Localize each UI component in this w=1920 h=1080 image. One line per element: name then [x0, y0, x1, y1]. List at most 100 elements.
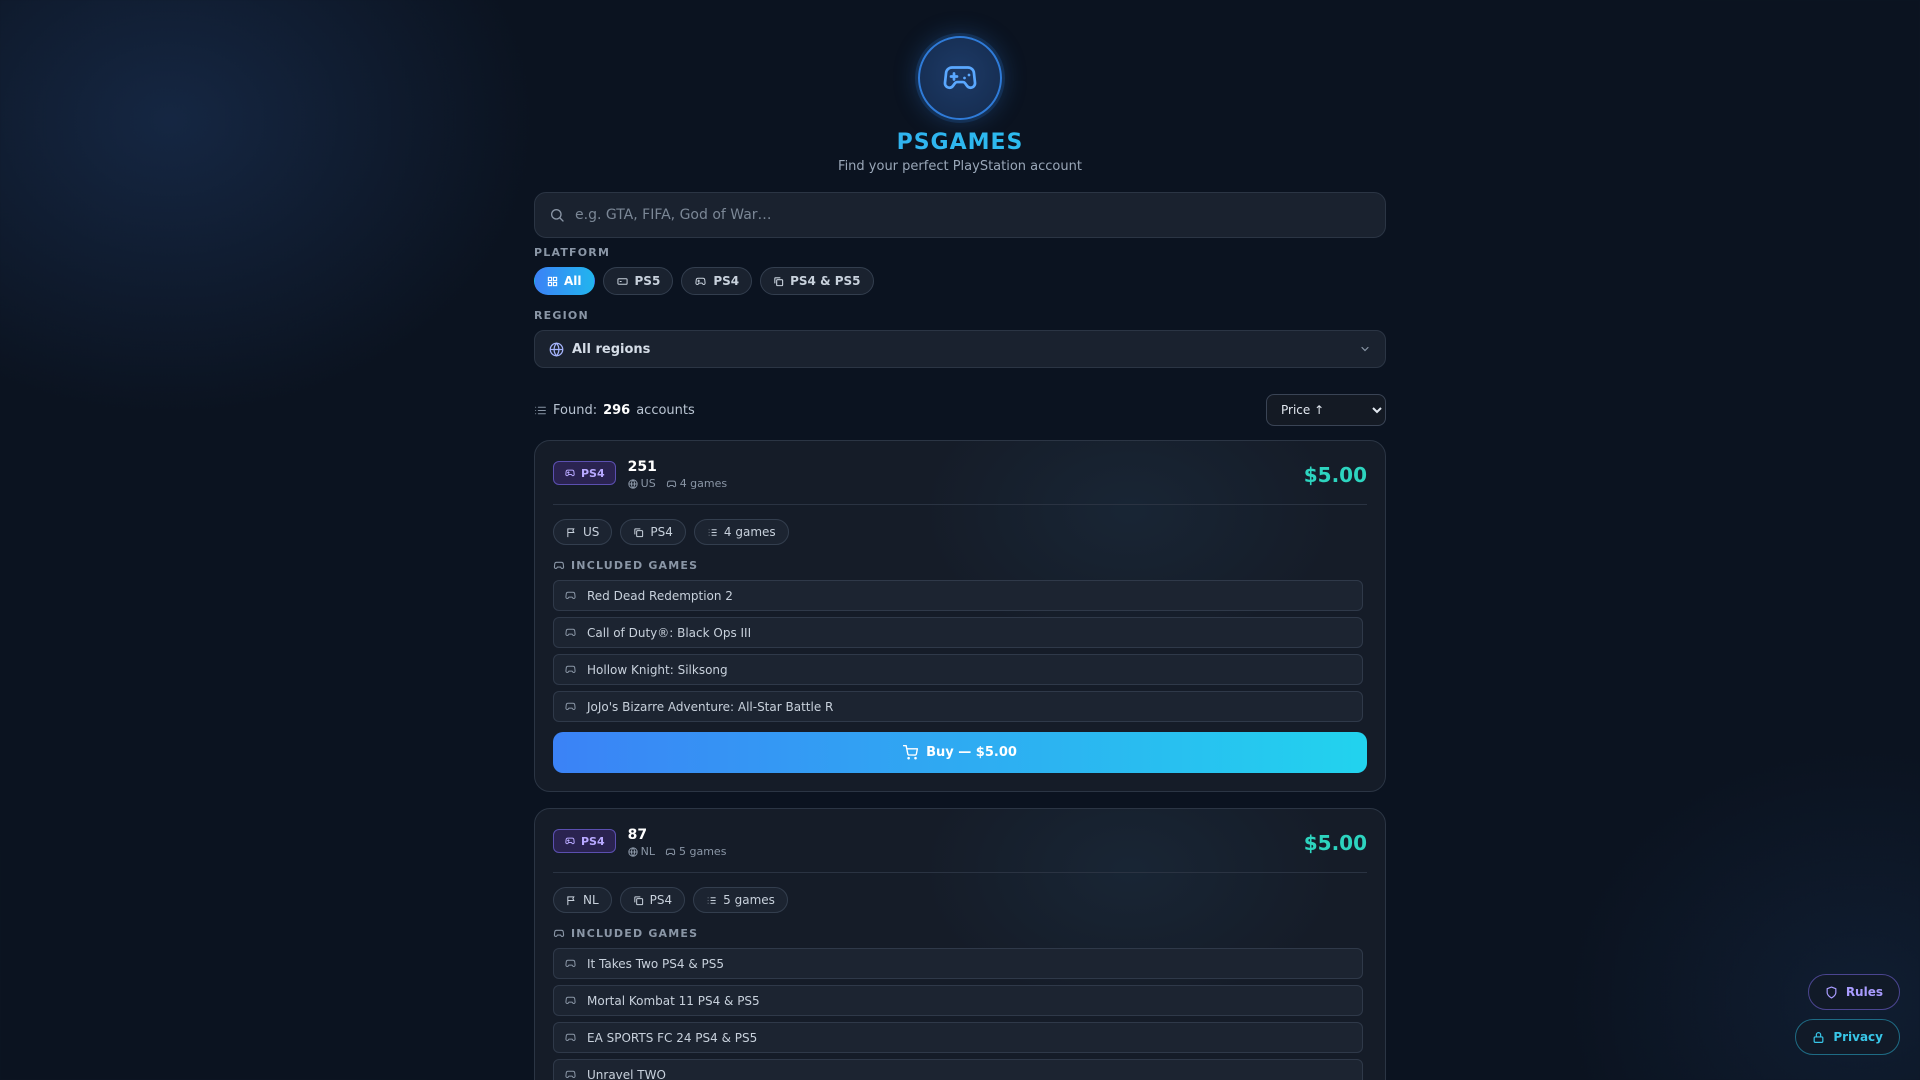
sort-select[interactable]: Price ↑ — [1266, 394, 1386, 426]
gamepad-logo-icon — [918, 36, 1002, 120]
meta-games: 4 games — [666, 477, 727, 490]
region-label: REGION — [534, 309, 589, 322]
found-suffix: accounts — [636, 402, 695, 418]
main-column: PSGAMES Find your perfect PlayStation ac… — [534, 0, 1386, 1080]
list-item: Call of Duty®: Black Ops III — [553, 617, 1363, 648]
chevron-down-icon — [1359, 343, 1371, 355]
game-title: Red Dead Redemption 2 — [587, 588, 733, 603]
tag-label: PS4 — [650, 525, 673, 539]
tag-platform: PS4 — [620, 519, 686, 545]
meta-games-text: 4 games — [679, 477, 728, 490]
platform-badge: PS4 — [553, 461, 616, 485]
list-icon — [534, 404, 547, 417]
tag-label: 4 games — [723, 525, 776, 539]
globe-icon — [627, 846, 638, 857]
platform-badge-label: PS4 — [581, 834, 605, 848]
card-meta: US 4 games — [627, 477, 727, 490]
tag-region: NL — [553, 887, 612, 913]
meta-games-text: 5 games — [679, 845, 727, 858]
gamepad-icon — [553, 561, 565, 570]
game-title: Mortal Kombat 11 PS4 & PS5 — [587, 993, 760, 1008]
tag-region: US — [553, 519, 613, 545]
list-item: Hollow Knight: Silksong — [553, 654, 1363, 685]
game-title: It Takes Two PS4 & PS5 — [587, 956, 725, 971]
globe-icon — [549, 341, 564, 357]
game-title: EA SPORTS FC 24 PS4 & PS5 — [587, 1030, 758, 1045]
game-title: Unravel TWO — [587, 1067, 666, 1080]
card-tags: US PS4 4 games — [553, 519, 1367, 545]
privacy-label: Privacy — [1833, 1030, 1883, 1044]
card-price: $5.00 — [1303, 463, 1367, 487]
results-bar: Found: 296 accounts Price ↑ — [534, 394, 1386, 426]
found-label: Found: — [553, 402, 598, 418]
account-id: 251 — [627, 459, 657, 475]
flag-icon — [567, 527, 575, 537]
platform-chip-ps4-ps5[interactable]: PS4 & PS5 — [760, 267, 874, 295]
gamepad-icon — [565, 591, 576, 599]
card-header: PS4 251 US 4 games $5.00 — [553, 459, 1367, 505]
platform-chip-ps4[interactable]: PS4 — [681, 267, 753, 295]
buy-label: Buy — $5.00 — [926, 745, 1017, 760]
platform-chip-label: PS4 & PS5 — [790, 274, 861, 288]
platform-badge: PS4 — [553, 829, 616, 853]
list-item: Red Dead Redemption 2 — [553, 580, 1363, 611]
list-item: Unravel TWO — [553, 1059, 1363, 1080]
tag-games: 5 games — [693, 887, 788, 913]
copy-icon — [634, 895, 643, 905]
platform-label: PLATFORM — [534, 246, 611, 259]
flag-icon — [567, 895, 575, 905]
games-list: It Takes Two PS4 & PS5 Mortal Kombat 11 … — [553, 948, 1367, 1080]
gamepad-icon — [564, 836, 576, 846]
region-select[interactable]: All regions — [534, 330, 1386, 368]
gamepad-icon — [565, 628, 576, 636]
globe-icon — [627, 478, 638, 489]
console-icon — [616, 276, 629, 287]
rules-button[interactable]: Rules — [1807, 974, 1900, 1010]
lock-icon — [1813, 1031, 1824, 1043]
list-item: EA SPORTS FC 24 PS4 & PS5 — [553, 1022, 1363, 1053]
privacy-button[interactable]: Privacy — [1795, 1019, 1900, 1055]
search-input[interactable] — [575, 207, 1371, 223]
search-icon — [549, 207, 565, 223]
platform-badge-label: PS4 — [581, 466, 605, 480]
list-item: JoJo's Bizarre Adventure: All-Star Battl… — [553, 691, 1363, 722]
results-count: Found: 296 accounts — [534, 403, 695, 418]
logo-container — [534, 36, 1386, 120]
search-bar[interactable] — [534, 192, 1386, 238]
list-icon — [708, 896, 716, 904]
gamepad-icon — [565, 1033, 576, 1041]
game-title: Call of Duty®: Black Ops III — [587, 625, 752, 640]
copy-icon — [634, 527, 644, 537]
platform-filter: All PS5 PS4 PS4 & PS5 — [534, 267, 1386, 295]
tag-label: PS4 — [649, 893, 673, 907]
tag-platform: PS4 — [619, 887, 686, 913]
tag-label: NL — [583, 893, 599, 907]
included-games-text: INCLUDED GAMES — [571, 559, 699, 572]
game-title: JoJo's Bizarre Adventure: All-Star Battl… — [587, 699, 834, 714]
account-card: PS4 87 NL 5 games $5.00 NL PS4 5 games I… — [534, 808, 1386, 1080]
cart-icon — [903, 745, 919, 760]
games-list: Red Dead Redemption 2 Call of Duty®: Bla… — [553, 580, 1367, 722]
rules-label: Rules — [1845, 985, 1883, 999]
platform-chip-label: PS5 — [634, 274, 661, 288]
account-card: PS4 251 US 4 games $5.00 US PS4 4 games … — [534, 440, 1386, 792]
game-title: Hollow Knight: Silksong — [587, 662, 728, 677]
card-identity: 87 NL 5 games — [628, 827, 727, 858]
buy-button[interactable]: Buy — $5.00 — [553, 732, 1367, 773]
platform-chip-label: PS4 — [713, 274, 740, 288]
meta-region-text: US — [640, 477, 656, 490]
account-id: 87 — [627, 827, 648, 843]
list-icon — [708, 528, 717, 536]
list-item: Mortal Kombat 11 PS4 & PS5 — [553, 985, 1363, 1016]
gamepad-icon — [565, 1070, 576, 1078]
gamepad-icon — [553, 929, 565, 938]
platform-chip-all[interactable]: All — [534, 267, 595, 295]
brand-title: PSGAMES — [534, 130, 1386, 155]
gamepad-icon — [666, 480, 676, 487]
gamepad-icon — [565, 959, 576, 967]
meta-region: NL — [627, 845, 655, 858]
card-meta: NL 5 games — [627, 845, 727, 858]
list-item: It Takes Two PS4 & PS5 — [553, 948, 1363, 979]
tag-label: US — [583, 525, 600, 539]
platform-chip-ps5[interactable]: PS5 — [602, 267, 674, 295]
